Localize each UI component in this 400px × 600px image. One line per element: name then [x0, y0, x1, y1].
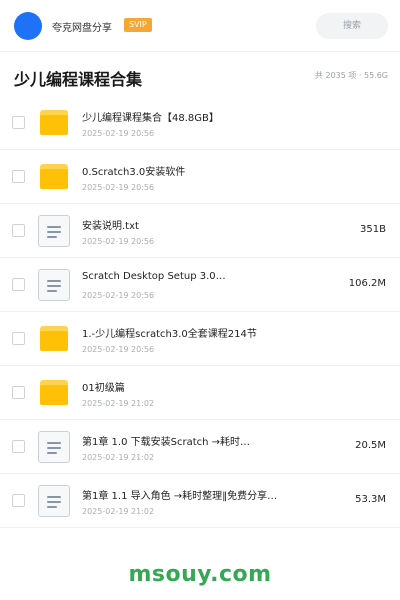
file-date: 2025-02-19 21:02: [82, 453, 155, 462]
avatar[interactable]: [14, 12, 42, 40]
row-checkbox[interactable]: [12, 440, 25, 453]
file-size: 351B: [360, 224, 386, 235]
file-row[interactable]: 少儿编程课程集合【48.8GB】 2025-02-19 20:56: [0, 96, 400, 150]
svip-badge: SVIP: [124, 18, 152, 32]
row-checkbox[interactable]: [12, 332, 25, 345]
top-bar: 夸克网盘分享 SVIP 搜索: [0, 0, 400, 52]
file-size: 106.2M: [348, 278, 386, 289]
row-checkbox[interactable]: [12, 224, 25, 237]
file-name[interactable]: 01初级篇: [82, 379, 312, 394]
file-name[interactable]: 0.Scratch3.0安装软件: [82, 163, 312, 178]
folder-icon: [38, 377, 70, 409]
file-date: 2025-02-19 21:02: [82, 507, 155, 516]
search-button[interactable]: 搜索: [316, 13, 388, 39]
row-checkbox[interactable]: [12, 116, 25, 129]
file-row[interactable]: 01初级篇 2025-02-19 21:02: [0, 366, 400, 420]
file-name[interactable]: 1.-少儿编程scratch3.0全套课程214节: [82, 325, 312, 340]
file-row[interactable]: 第1章 1.1 导入角色 →耗时整理‖免费分享… 2025-02-19 21:02…: [0, 474, 400, 528]
file-name[interactable]: 少儿编程课程集合【48.8GB】: [82, 109, 312, 124]
file-date: 2025-02-19 21:02: [82, 399, 155, 408]
folder-summary: 共 2035 项 · 55.6G: [314, 71, 388, 80]
folder-icon: [38, 161, 70, 193]
file-row[interactable]: 第1章 1.0 下载安装Scratch →耗时… 2025-02-19 21:02…: [0, 420, 400, 474]
watermark: msouy.com: [128, 562, 272, 587]
file-date: 2025-02-19 20:56: [82, 129, 155, 138]
document-icon: [38, 485, 70, 517]
file-name[interactable]: Scratch Desktop Setup 3.0…: [82, 271, 312, 282]
file-row[interactable]: Scratch Desktop Setup 3.0… 2025-02-19 20:…: [0, 258, 400, 312]
row-checkbox[interactable]: [12, 386, 25, 399]
document-icon: [38, 269, 70, 301]
row-checkbox[interactable]: [12, 170, 25, 183]
file-row[interactable]: 安装说明.txt 2025-02-19 20:56 351B: [0, 204, 400, 258]
file-date: 2025-02-19 20:56: [82, 291, 155, 300]
document-icon: [38, 215, 70, 247]
file-date: 2025-02-19 20:56: [82, 237, 155, 246]
file-row[interactable]: 1.-少儿编程scratch3.0全套课程214节 2025-02-19 20:5…: [0, 312, 400, 366]
folder-icon: [38, 323, 70, 355]
document-icon: [38, 431, 70, 463]
page-title: 少儿编程课程合集: [14, 70, 143, 89]
file-date: 2025-02-19 20:56: [82, 183, 155, 192]
row-checkbox[interactable]: [12, 494, 25, 507]
row-checkbox[interactable]: [12, 278, 25, 291]
file-name[interactable]: 第1章 1.1 导入角色 →耗时整理‖免费分享…: [82, 487, 312, 502]
username[interactable]: 夸克网盘分享: [52, 19, 112, 34]
file-size: 53.3M: [355, 494, 386, 505]
file-list: 少儿编程课程集合【48.8GB】 2025-02-19 20:56 0.Scratc…: [0, 96, 400, 528]
file-row[interactable]: 0.Scratch3.0安装软件 2025-02-19 20:56: [0, 150, 400, 204]
file-date: 2025-02-19 20:56: [82, 345, 155, 354]
file-size: 20.5M: [355, 440, 386, 451]
folder-header: 少儿编程课程合集 共 2035 项 · 55.6G: [0, 56, 400, 96]
folder-icon: [38, 107, 70, 139]
file-name[interactable]: 安装说明.txt: [82, 217, 312, 232]
file-name[interactable]: 第1章 1.0 下载安装Scratch →耗时…: [82, 433, 312, 448]
